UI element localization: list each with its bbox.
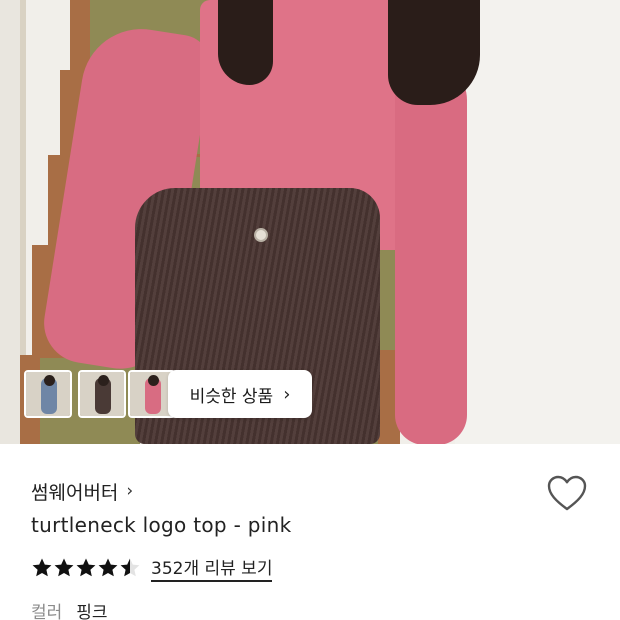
color-option-row: 컬러 핑크 (31, 598, 108, 620)
star-rating (31, 557, 141, 579)
thumbnail-figure-head (148, 375, 159, 386)
similar-products-button[interactable]: 비슷한 상품 › (168, 370, 312, 418)
photo-wall-right (455, 0, 620, 444)
review-link[interactable]: 352개 리뷰 보기 (151, 554, 273, 582)
star-full-icon (76, 558, 96, 577)
product-main-image[interactable]: 비슷한 상품 › (0, 0, 620, 444)
star-half-icon (120, 558, 140, 577)
photo-wall-left (0, 0, 20, 444)
color-value: 핑크 (76, 603, 108, 620)
rating-row: 352개 리뷰 보기 (31, 554, 273, 582)
heart-outline-icon[interactable] (546, 474, 588, 512)
color-label: 컬러 (31, 603, 63, 620)
brand-name: 썸웨어버터 (31, 481, 119, 504)
photo-model-hair (388, 0, 480, 105)
thumbnail-photo-2[interactable] (78, 370, 126, 418)
thumbnail-photo-1[interactable] (24, 370, 72, 418)
star-full-icon (32, 558, 52, 577)
product-title: turtleneck logo top - pink (31, 513, 292, 537)
photo-model-hair (218, 0, 273, 85)
thumbnail-figure-head (44, 375, 55, 386)
star-full-icon (98, 558, 118, 577)
star-full-icon (54, 558, 74, 577)
photo-model-arm (395, 60, 467, 444)
photo-skirt-button (254, 228, 268, 242)
similar-products-label: 비슷한 상품 (189, 386, 274, 407)
brand-link[interactable]: 썸웨어버터 › (31, 478, 133, 504)
chevron-right-icon: › (126, 481, 134, 501)
chevron-right-icon: › (283, 383, 291, 405)
thumbnail-figure-head (98, 375, 109, 386)
